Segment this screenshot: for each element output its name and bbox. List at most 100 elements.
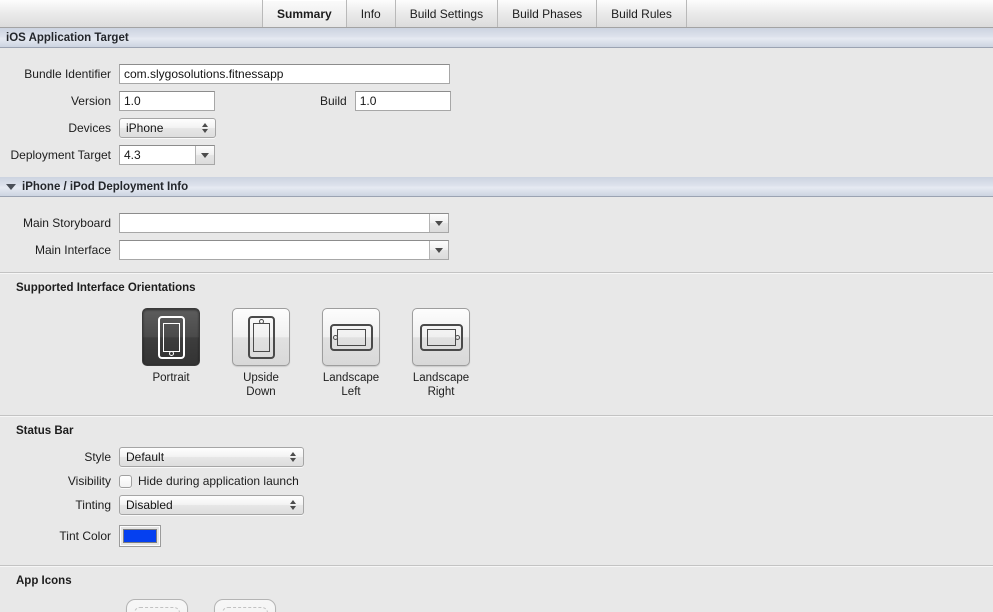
orientation-landscape-left-label: Landscape Left <box>322 372 380 398</box>
chevron-down-icon[interactable] <box>195 146 214 164</box>
deployment-info-section: Main Storyboard Main Interface <box>0 197 993 272</box>
status-bar-tinting-label: Tinting <box>75 498 111 512</box>
updown-chevron-icon <box>202 122 209 134</box>
disclosure-triangle-icon[interactable] <box>6 183 16 190</box>
phone-screen-shape <box>426 328 456 346</box>
hide-during-launch-checkbox-row[interactable]: Hide during application launch <box>119 474 299 488</box>
app-icon-well[interactable] <box>214 599 276 612</box>
updown-chevron-icon <box>290 499 297 511</box>
tint-color-swatch <box>123 529 157 543</box>
devices-row: Devices iPhone <box>0 118 993 138</box>
orientation-portrait-button[interactable] <box>142 308 200 366</box>
status-bar-tinting-value: Disabled <box>126 498 173 512</box>
main-interface-label: Main Interface <box>34 243 111 257</box>
build-label: Build <box>320 94 347 108</box>
supported-orientations-title: Supported Interface Orientations <box>16 282 196 294</box>
orientation-landscape-left[interactable]: Landscape Left <box>306 308 396 399</box>
status-bar-visibility-row: Visibility Hide during application launc… <box>0 474 993 488</box>
tab-build-phases[interactable]: Build Phases <box>498 0 598 27</box>
ios-application-target-title: iOS Application Target <box>6 31 129 44</box>
tab-build-rules-label: Build Rules <box>611 6 672 21</box>
orientation-upside-down[interactable]: Upside Down <box>216 308 306 399</box>
orientation-landscape-right-label: Landscape Right <box>412 372 470 398</box>
app-icon-well[interactable] <box>126 599 188 612</box>
app-icons-section: App Icons <box>0 565 993 612</box>
updown-chevron-icon <box>290 451 297 463</box>
tab-summary[interactable]: Summary <box>263 0 347 27</box>
ios-application-target-header[interactable]: iOS Application Target <box>0 28 993 48</box>
main-interface-row: Main Interface <box>0 240 993 260</box>
phone-screen-shape <box>336 328 366 346</box>
app-icons-title: App Icons <box>16 575 72 587</box>
tab-bar-leading-spacer <box>0 0 263 27</box>
xcode-target-summary-pane: Summary Info Build Settings Build Phases… <box>0 0 993 612</box>
orientation-landscape-left-button[interactable] <box>322 308 380 366</box>
bundle-identifier-row: Bundle Identifier com.slygosolutions.fit… <box>0 64 993 84</box>
editor-tab-bar: Summary Info Build Settings Build Phases… <box>0 0 993 28</box>
phone-portrait-icon <box>157 315 185 359</box>
main-interface-combobox[interactable] <box>119 240 449 260</box>
status-bar-style-label: Style <box>84 450 111 464</box>
status-bar-tinting-popup-button[interactable]: Disabled <box>119 495 304 515</box>
orientation-portrait-label: Portrait <box>152 372 190 384</box>
orientation-landscape-right[interactable]: Landscape Right <box>396 308 486 399</box>
tab-build-rules[interactable]: Build Rules <box>597 0 687 27</box>
status-bar-style-popup-button[interactable]: Default <box>119 447 304 467</box>
status-bar-style-value: Default <box>126 450 165 464</box>
phone-home-button-shape <box>168 350 174 356</box>
tab-info[interactable]: Info <box>347 0 396 27</box>
version-label: Version <box>70 94 111 108</box>
orientation-upside-down-button[interactable] <box>232 308 290 366</box>
status-bar-tinting-row: Tinting Disabled <box>0 495 993 515</box>
deployment-target-value: 4.3 <box>124 148 141 162</box>
tab-build-settings-label: Build Settings <box>409 6 484 21</box>
phone-home-button-shape <box>332 334 338 340</box>
status-bar-section: Status Bar Style Default Visibility Hide… <box>0 415 993 565</box>
phone-landscape-left-icon <box>329 323 373 351</box>
version-input[interactable]: 1.0 <box>119 91 215 111</box>
bundle-identifier-input[interactable]: com.slygosolutions.fitnessapp <box>119 64 450 84</box>
tab-build-settings[interactable]: Build Settings <box>396 0 499 27</box>
tab-build-phases-label: Build Phases <box>512 6 583 21</box>
hide-during-launch-label: Hide during application launch <box>138 474 299 488</box>
build-input[interactable]: 1.0 <box>354 91 451 111</box>
deployment-info-header[interactable]: iPhone / iPod Deployment Info <box>0 177 993 197</box>
hide-during-launch-checkbox[interactable] <box>119 474 132 488</box>
orientation-upside-down-label: Upside Down <box>243 372 279 398</box>
tab-bar-trailing-spacer <box>687 0 993 27</box>
phone-landscape-right-icon <box>419 323 463 351</box>
orientation-portrait[interactable]: Portrait <box>126 308 216 399</box>
devices-popup-button[interactable]: iPhone <box>119 118 216 138</box>
main-interface-value <box>120 241 429 259</box>
version-build-row: Version 1.0 Build 1.0 <box>0 91 993 111</box>
app-icon-placeholder <box>222 607 268 612</box>
deployment-target-row: Deployment Target 4.3 <box>0 145 993 165</box>
phone-home-button-shape <box>258 318 264 324</box>
orientation-button-group: Portrait Upside Down Landscape Left Land… <box>0 308 993 399</box>
deployment-target-label: Deployment Target <box>10 148 112 162</box>
devices-popup-value: iPhone <box>126 121 164 135</box>
deployment-target-combobox[interactable]: 4.3 <box>119 145 215 165</box>
status-bar-visibility-label: Visibility <box>67 474 111 488</box>
tab-info-label: Info <box>360 6 381 21</box>
status-bar-style-row: Style Default <box>0 447 993 467</box>
main-storyboard-combobox[interactable] <box>119 213 449 233</box>
app-icons-well-group <box>0 599 993 612</box>
phone-home-button-shape <box>454 334 460 340</box>
deployment-info-title: iPhone / iPod Deployment Info <box>22 180 189 193</box>
orientation-landscape-right-button[interactable] <box>412 308 470 366</box>
tab-summary-label: Summary <box>277 6 332 21</box>
chevron-down-icon[interactable] <box>429 241 448 259</box>
supported-orientations-section: Supported Interface Orientations Portrai… <box>0 272 993 415</box>
app-icon-placeholder <box>134 607 180 612</box>
tint-color-label: Tint Color <box>59 529 111 543</box>
bundle-identifier-label: Bundle Identifier <box>24 67 111 81</box>
identity-section: Bundle Identifier com.slygosolutions.fit… <box>0 48 993 177</box>
main-storyboard-label: Main Storyboard <box>22 216 111 230</box>
phone-screen-shape <box>162 322 180 352</box>
tint-color-row: Tint Color <box>0 525 993 547</box>
chevron-down-icon[interactable] <box>429 214 448 232</box>
main-storyboard-value <box>120 214 429 232</box>
phone-screen-shape <box>252 322 270 352</box>
tint-color-well[interactable] <box>119 525 161 547</box>
